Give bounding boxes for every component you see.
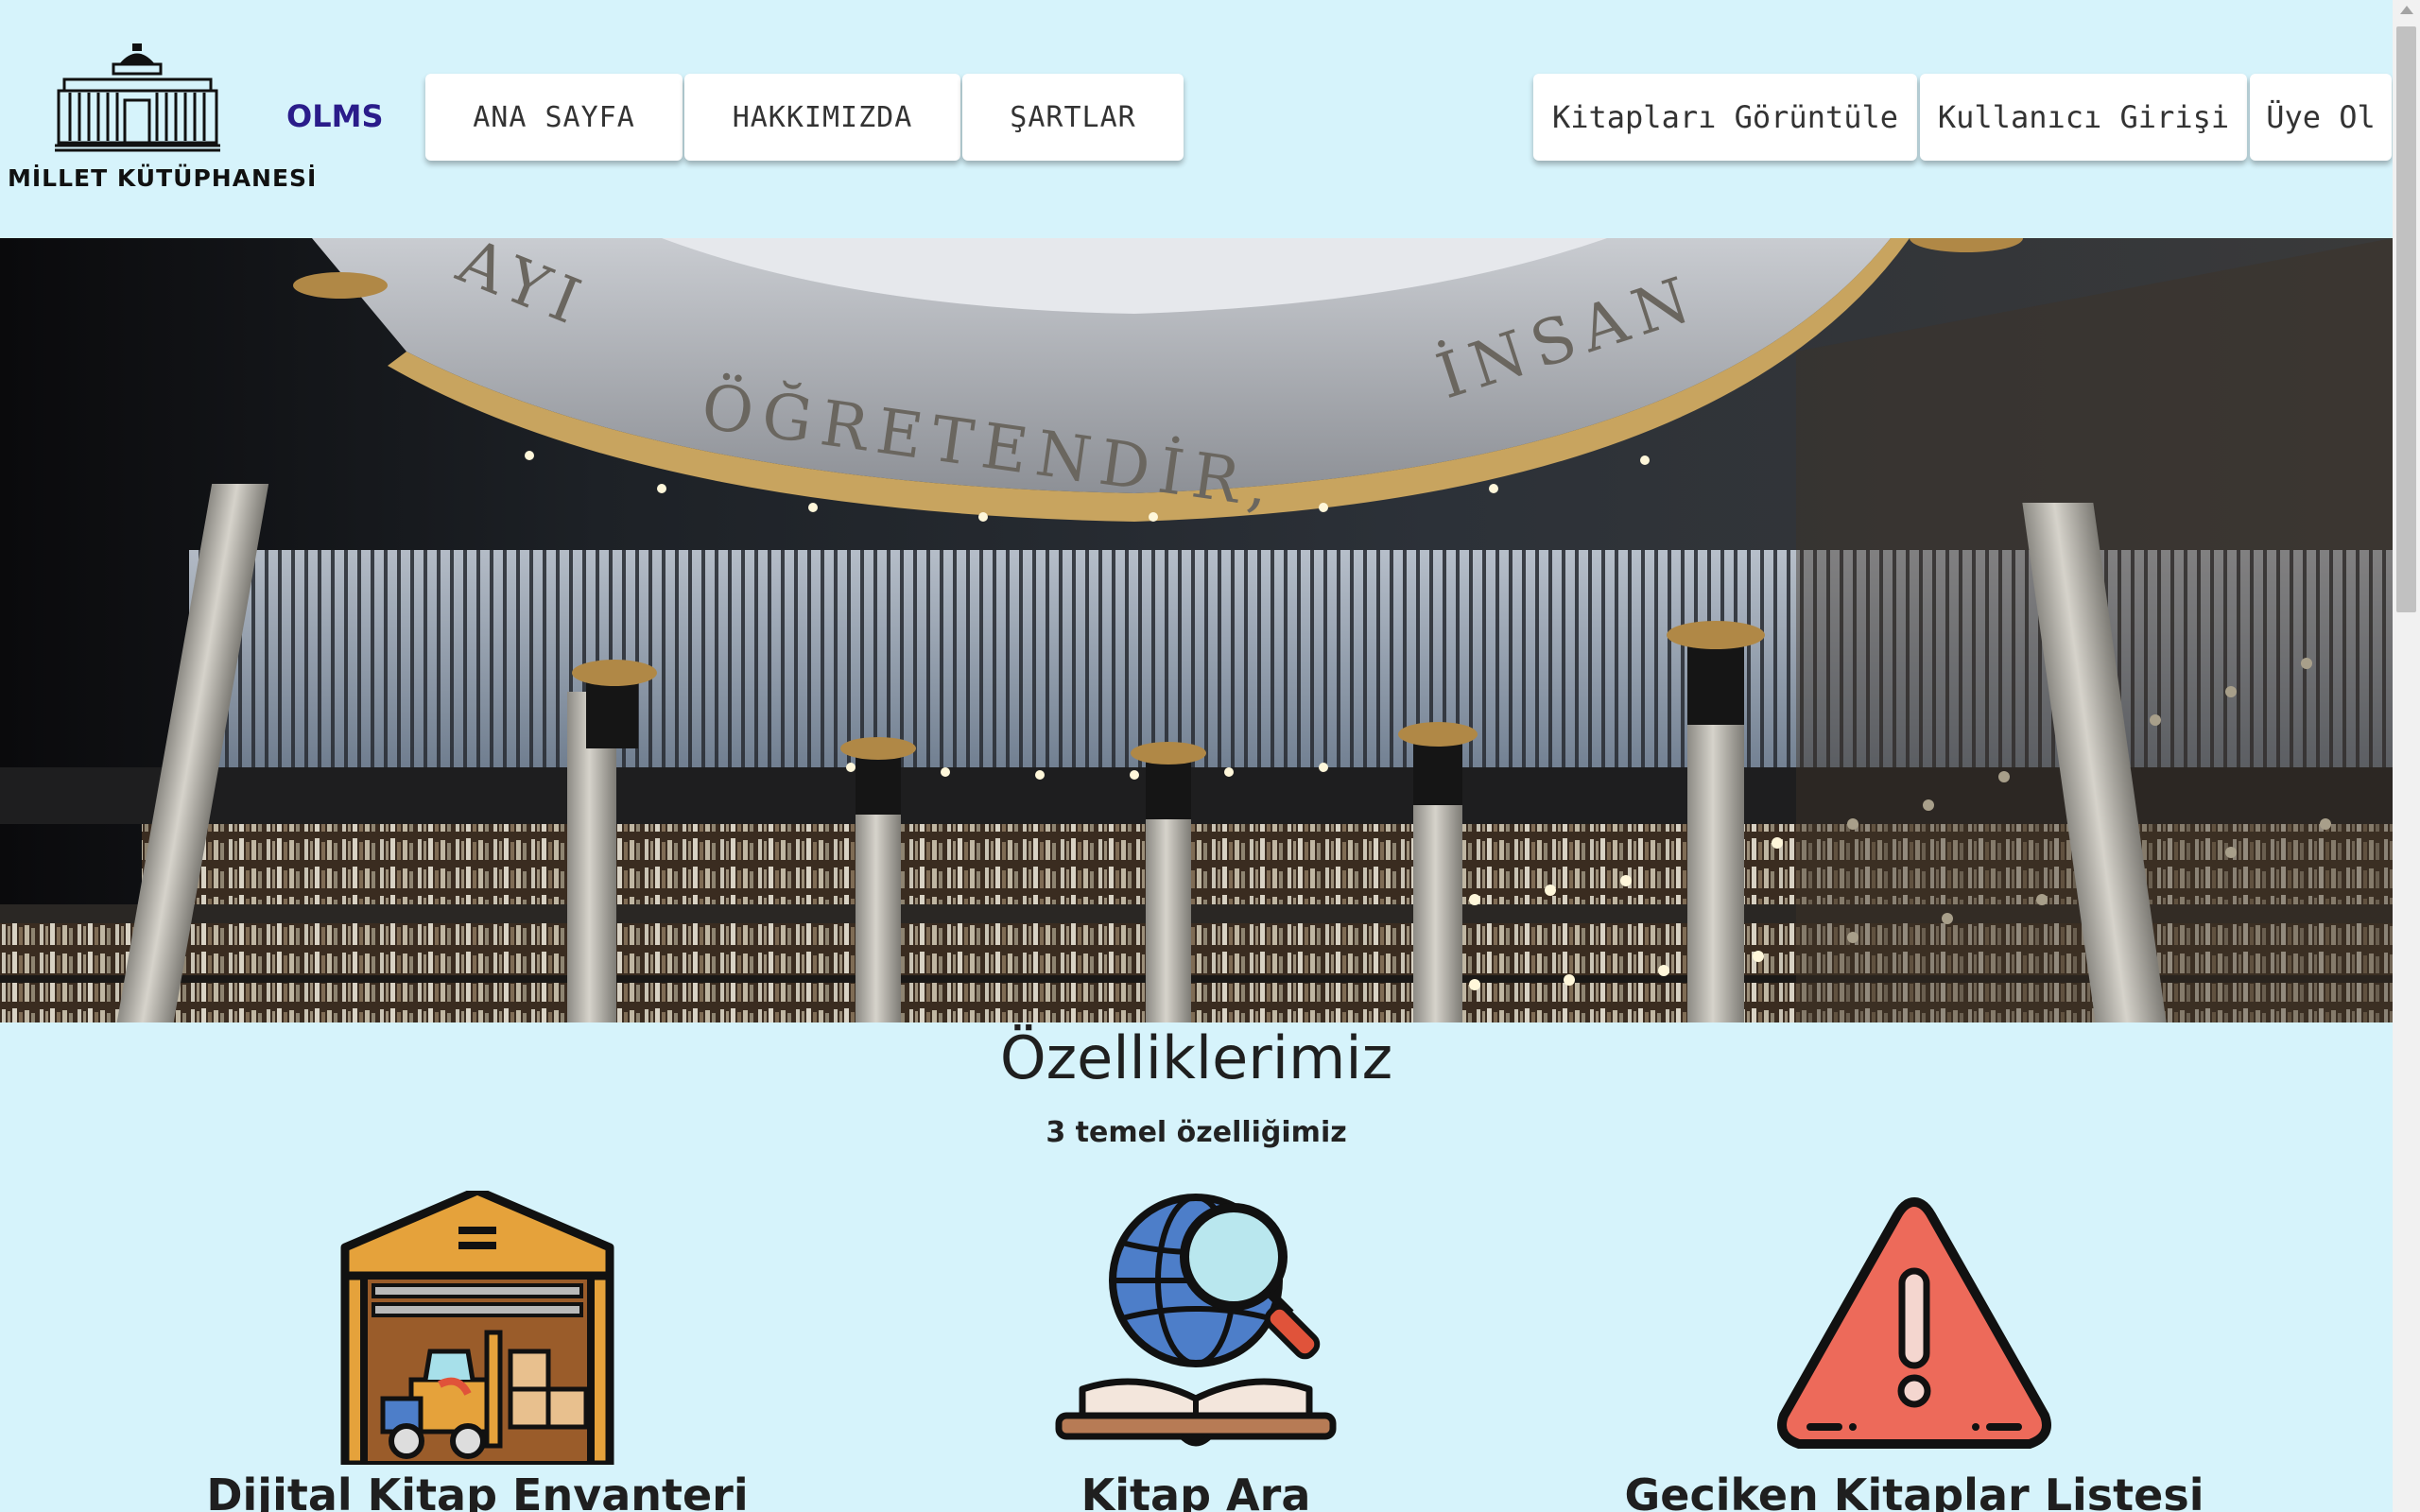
warehouse-forklift-icon [340, 1191, 614, 1465]
nav-home-button[interactable]: ANA SAYFA [425, 74, 683, 161]
view-books-button[interactable]: Kitapları Görüntüle [1533, 74, 1917, 161]
scrollbar-thumb[interactable] [2396, 26, 2416, 612]
site-header: MİLLET KÜTÜPHANESİ OLMS ANA SAYFA HAKKIM… [0, 0, 2393, 238]
feature-book-search[interactable]: Kitap Ara [865, 1191, 1527, 1512]
library-interior-illustration: AYI ÖĞRETENDİR, İNSAN [0, 238, 2393, 1022]
nav-about-button[interactable]: HAKKIMIZDA [684, 74, 960, 161]
sign-up-button[interactable]: Üye Ol [2250, 74, 2392, 161]
nav-terms-button[interactable]: ŞARTLAR [962, 74, 1184, 161]
scroll-up-arrow-icon[interactable] [2400, 6, 2413, 14]
vertical-scrollbar[interactable] [2393, 0, 2420, 1512]
library-logo[interactable]: MİLLET KÜTÜPHANESİ [8, 43, 316, 204]
feature-digital-inventory[interactable]: Dijital Kitap Envanteri [147, 1191, 808, 1512]
brand-name[interactable]: OLMS [286, 98, 383, 134]
user-login-button[interactable]: Kullanıcı Girişi [1920, 74, 2247, 161]
globe-book-search-icon [1055, 1194, 1337, 1447]
page: MİLLET KÜTÜPHANESİ OLMS ANA SAYFA HAKKIM… [0, 0, 2420, 1512]
logo-text: MİLLET KÜTÜPHANESİ [8, 164, 318, 192]
library-building-icon [55, 43, 220, 152]
features-subtitle: 3 temel özelliğimiz [1046, 1116, 1347, 1149]
features-title: Özelliklerimiz [999, 1023, 1393, 1092]
warning-triangle-icon [1777, 1197, 2051, 1449]
hero-library-image: AYI ÖĞRETENDİR, İNSAN [0, 238, 2393, 1022]
feature-label: Geciken Kitaplar Listesi [1624, 1469, 2204, 1512]
feature-overdue-books[interactable]: Geciken Kitaplar Listesi [1583, 1191, 2245, 1512]
feature-label: Kitap Ara [1080, 1469, 1311, 1512]
feature-label: Dijital Kitap Envanteri [206, 1469, 749, 1512]
